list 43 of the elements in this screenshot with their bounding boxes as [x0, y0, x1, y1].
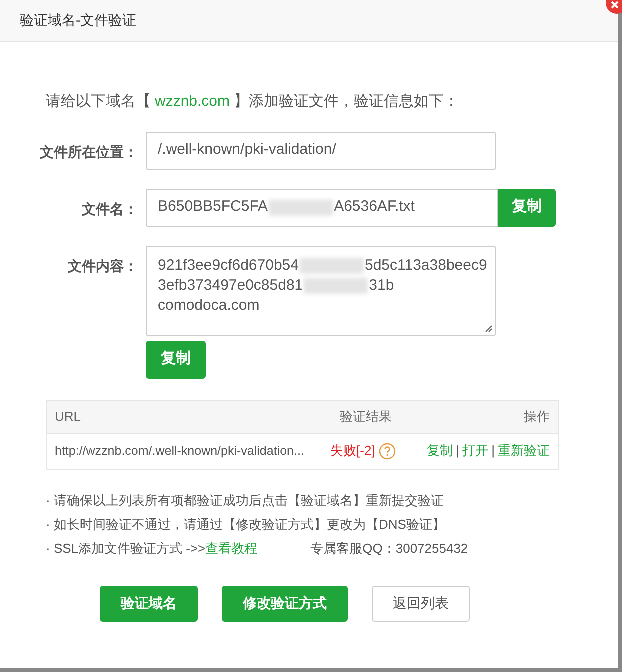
input-field[interactable]: /.well-known/pki-validation/: [146, 132, 496, 170]
field-label: 文件名：: [81, 200, 138, 218]
field-text: 921f3ee9cf6d670b54: [158, 256, 299, 274]
copy-button[interactable]: 复制: [146, 340, 206, 378]
copy-button[interactable]: 复制: [498, 188, 556, 226]
intro-text: 请给以下域名【: [46, 93, 151, 110]
dialog-title: 验证域名-文件验证: [20, 11, 137, 30]
action-button[interactable]: 验证域名: [100, 586, 198, 622]
separator-text: |: [492, 442, 495, 460]
field-label: 文件所在位置：: [39, 142, 138, 162]
field-label: 文件内容：: [67, 256, 138, 276]
action-button[interactable]: 返回列表: [372, 586, 470, 622]
field-text: /.well-known/pki-validation/: [158, 140, 336, 160]
url-cell-text: http://wzznb.com/.well-known/pki-validation...: [55, 442, 306, 460]
help-icon[interactable]: [379, 442, 396, 460]
redaction-blur: [269, 200, 334, 216]
redaction-blur: [300, 258, 364, 274]
note-text: · 请确保以上列表所有项都验证成功后点击【验证域名】重新提交验证: [46, 492, 444, 510]
support-text: 专属客服QQ：3007255432: [310, 540, 468, 558]
note-text: · 如长时间验证不通过，请通过【修改验证方式】更改为【DNS验证】: [46, 516, 446, 534]
redaction-blur: [304, 278, 368, 294]
tutorial-link[interactable]: 查看教程: [206, 538, 258, 558]
action-link[interactable]: 重新验证: [498, 441, 550, 461]
action-link[interactable]: 打开: [462, 441, 489, 461]
column-header: URL: [55, 408, 82, 426]
column-header: 操作: [523, 408, 550, 426]
field-text: 31b: [369, 276, 394, 294]
field-text: comodoca.com: [158, 296, 260, 314]
action-link[interactable]: 复制: [427, 441, 454, 461]
separator-text: |: [456, 442, 460, 460]
note-text: · SSL添加文件验证方式 ->>: [46, 540, 206, 558]
field-text: B650BB5FC5FA: [158, 197, 268, 218]
action-button[interactable]: 修改验证方式: [222, 586, 348, 622]
column-header: 验证结果: [340, 408, 393, 426]
intro-text: 】添加验证文件，验证信息如下：: [234, 93, 460, 110]
field-text: A6536AF.txt: [334, 197, 415, 218]
input-field[interactable]: B650BB5FC5FA A6536AF.txt: [146, 188, 498, 226]
domain-text: wzznb.com: [155, 93, 230, 110]
field-text: 3efb373497e0c85d81: [158, 276, 304, 294]
result-status: 失败[-2]: [330, 442, 376, 460]
textarea-field[interactable]: 921f3ee9cf6d670b54 5d5c113a38beec9 3efb373497e0c85d81 31b comodoca.com: [146, 246, 496, 336]
resize-handle-icon[interactable]: [485, 324, 493, 332]
field-text: 5d5c113a38beec9: [364, 256, 488, 274]
